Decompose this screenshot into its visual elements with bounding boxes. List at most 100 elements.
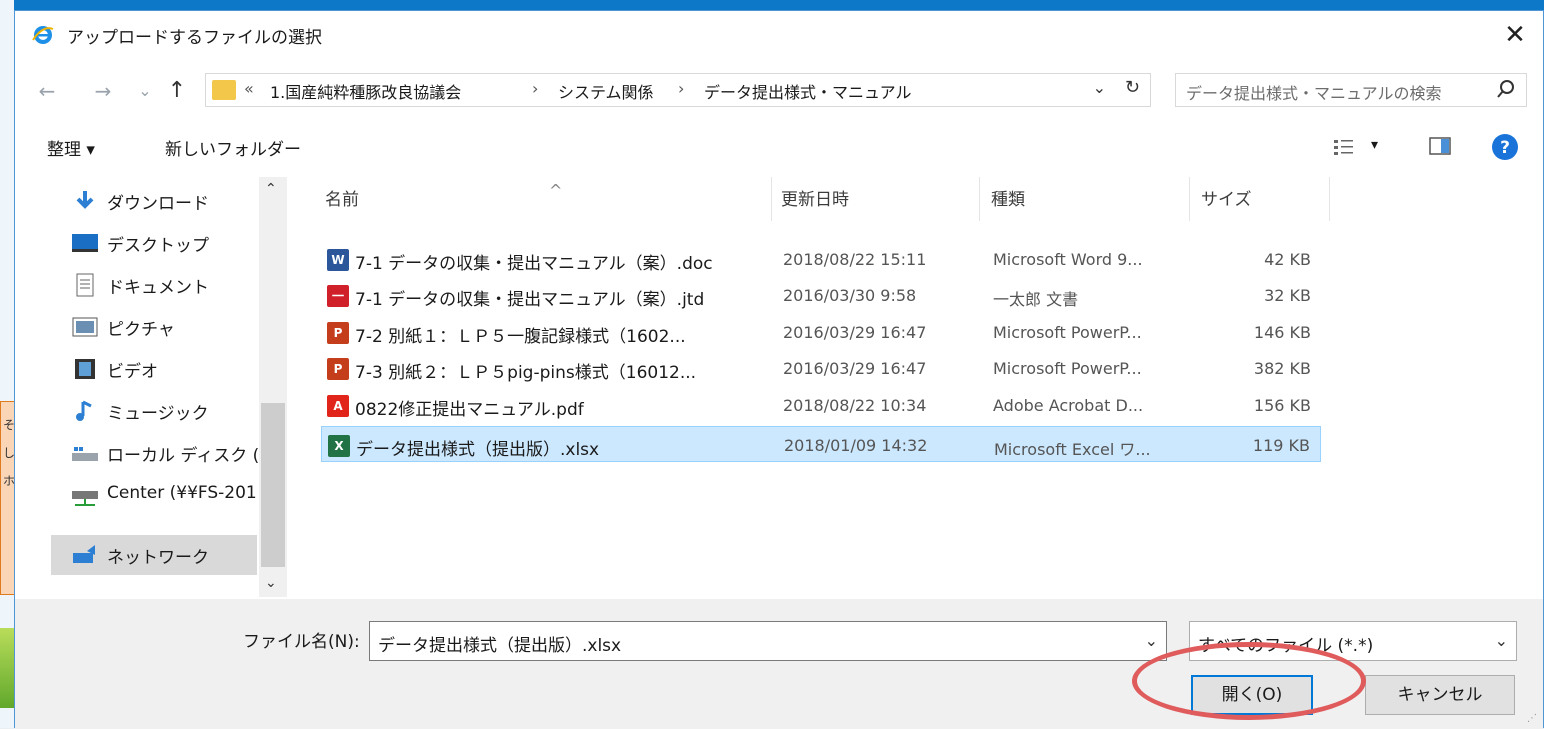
file-name: データ提出様式（提出版）.xlsx [356, 440, 600, 460]
breadcrumb-item[interactable]: システム関係 [558, 79, 654, 103]
sidebar-item-label: ビデオ [107, 362, 158, 382]
file-type-select[interactable]: すべてのファイル (*.*) ⌄ [1189, 621, 1517, 661]
file-list: 名前 ^ 更新日時 種類 サイズ W 7-1 データの収集・提出マニュアル（案）.… [311, 177, 1541, 597]
organize-menu[interactable]: 整理 ▾ [47, 135, 95, 160]
file-row[interactable]: W 7-1 データの収集・提出マニュアル（案）.doc 2018/08/22 15:… [321, 241, 1321, 277]
address-bar[interactable]: « 1.国産純粋種豚改良協議会 › システム関係 › データ提出様式・マニュアル… [205, 73, 1151, 107]
sidebar-item-label: ネットワーク [107, 548, 209, 568]
svg-text:?: ? [1500, 138, 1510, 158]
refresh-icon[interactable]: ↻ [1125, 77, 1140, 98]
column-header-date[interactable]: 更新日時 [781, 185, 849, 225]
chevron-down-icon[interactable]: ⌄ [1145, 631, 1158, 650]
search-icon [1497, 80, 1514, 98]
download-icon [76, 191, 94, 209]
open-button[interactable]: 開く(O) [1191, 675, 1313, 715]
breadcrumb-overflow[interactable]: « [244, 79, 254, 98]
note-char: し [3, 446, 16, 460]
navigation-pane-scrollbar[interactable]: ⌃ ⌄ [259, 177, 287, 597]
filename-value[interactable]: データ提出様式（提出版）.xlsx [378, 631, 621, 656]
file-name: 0822修正提出マニュアル.pdf [355, 400, 584, 420]
breadcrumb-separator[interactable]: › [678, 79, 684, 98]
file-date: 2016/03/30 9:58 [783, 286, 917, 305]
sidebar-item-downloads[interactable]: ダウンロード [69, 181, 259, 221]
file-type: 一太郎 文書 [993, 290, 1079, 309]
cancel-button[interactable]: キャンセル [1365, 675, 1515, 715]
new-folder-button[interactable]: 新しいフォルダー [165, 135, 301, 160]
column-header-type[interactable]: 種類 [991, 185, 1025, 225]
note-char: そ [3, 418, 16, 432]
file-size: 382 KB [1253, 359, 1311, 378]
sidebar-item-network[interactable]: ネットワーク [51, 535, 257, 575]
powerpoint-icon: P [327, 322, 349, 344]
sort-ascending-icon: ^ [549, 181, 563, 200]
file-date: 2016/03/29 16:47 [783, 359, 927, 378]
local-disk-icon [72, 447, 98, 461]
background-green-graphic [0, 628, 14, 708]
note-char: ホ [3, 474, 16, 488]
file-size: 119 KB [1252, 436, 1310, 455]
column-divider[interactable] [1189, 177, 1190, 221]
filename-input[interactable]: データ提出様式（提出版）.xlsx ⌄ [369, 621, 1167, 661]
file-size: 42 KB [1264, 250, 1311, 269]
ichitaro-icon: 一 [327, 285, 349, 307]
close-button[interactable]: ✕ [1497, 17, 1533, 53]
column-header-name[interactable]: 名前 ^ [325, 181, 765, 225]
recent-locations-button[interactable]: ⌄ [131, 77, 159, 105]
help-icon[interactable]: ? [1491, 133, 1519, 161]
scrollbar-thumb[interactable] [261, 403, 285, 567]
view-options-icon[interactable] [1333, 137, 1355, 157]
file-row[interactable]: A 0822修正提出マニュアル.pdf 2018/08/22 10:34 Adobe … [321, 387, 1321, 423]
file-row[interactable]: X データ提出様式（提出版）.xlsx 2018/01/09 14:32 Micros… [321, 426, 1321, 462]
view-dropdown-icon[interactable]: ▾ [1371, 137, 1378, 153]
breadcrumb-item[interactable]: データ提出様式・マニュアル [704, 79, 912, 103]
up-button[interactable]: ↑ [163, 77, 191, 105]
file-type: Microsoft PowerP... [993, 359, 1142, 378]
search-placeholder: データ提出様式・マニュアルの検索 [1186, 84, 1442, 103]
sidebar-item-videos[interactable]: ビデオ [69, 349, 259, 389]
column-label: 名前 [325, 190, 359, 210]
file-name: 7-2 別紙１：ＬＰ５一腹記録様式（1602... [355, 327, 686, 347]
pdf-icon: A [327, 395, 349, 417]
chevron-down-icon[interactable]: ⌄ [1495, 631, 1508, 650]
file-row[interactable]: P 7-3 別紙２：ＬＰ５pig-pins様式（16012... 2016/03/2… [321, 350, 1321, 386]
breadcrumb-separator[interactable]: › [532, 79, 538, 98]
back-button[interactable]: ← [33, 77, 61, 105]
sidebar-item-music[interactable]: ミュージック [69, 391, 259, 431]
sidebar-item-label: Center (¥¥FS-201 [107, 483, 257, 503]
file-name: 7-3 別紙２：ＬＰ５pig-pins様式（16012... [355, 363, 697, 383]
sidebar-item-label: デスクトップ [107, 236, 209, 256]
filename-label: ファイル名(N): [243, 632, 360, 652]
word-icon: W [327, 249, 349, 271]
sidebar-item-local-disk[interactable]: ローカル ディスク (C [69, 433, 259, 473]
forward-button[interactable]: → [89, 77, 117, 105]
scroll-up-icon[interactable]: ⌃ [265, 181, 277, 197]
column-divider[interactable] [771, 177, 772, 221]
file-name: 7-1 データの収集・提出マニュアル（案）.doc [355, 254, 713, 274]
command-bar: 整理 ▾ 新しいフォルダー ▾ ? [15, 127, 1543, 167]
address-dropdown-icon[interactable]: ⌄ [1093, 78, 1106, 97]
file-type: Microsoft Excel ワ... [994, 440, 1151, 459]
scroll-down-icon[interactable]: ⌄ [265, 575, 277, 591]
sidebar-item-pictures[interactable]: ピクチャ [69, 307, 259, 347]
resize-grip-icon[interactable]: ⋰ [1527, 713, 1539, 725]
navigation-pane: ダウンロード デスクトップ ドキュメント ピクチャ ビデオ ミュージック ローカ… [15, 177, 287, 597]
preview-pane-icon[interactable] [1429, 137, 1451, 155]
sidebar-item-network-drive[interactable]: Center (¥¥FS-201 [69, 475, 259, 515]
file-open-dialog: アップロードするファイルの選択 ✕ ← → ⌄ ↑ « 1.国産純粋種豚改良協議… [14, 10, 1544, 729]
dialog-title: アップロードするファイルの選択 [67, 28, 322, 48]
file-row[interactable]: P 7-2 別紙１：ＬＰ５一腹記録様式（1602... 2016/03/29 16:… [321, 314, 1321, 350]
breadcrumb-item[interactable]: 1.国産純粋種豚改良協議会 [270, 79, 461, 103]
sidebar-item-documents[interactable]: ドキュメント [69, 265, 259, 305]
column-divider[interactable] [979, 177, 980, 221]
column-label: 更新日時 [781, 190, 849, 210]
search-box[interactable]: データ提出様式・マニュアルの検索 [1175, 73, 1527, 107]
column-divider[interactable] [1329, 177, 1330, 221]
file-row[interactable]: 一 7-1 データの収集・提出マニュアル（案）.jtd 2016/03/30 9:5… [321, 277, 1321, 313]
file-date: 2018/01/09 14:32 [784, 436, 928, 455]
column-label: サイズ [1201, 190, 1252, 210]
sidebar-item-label: ドキュメント [107, 278, 209, 298]
dialog-footer: ファイル名(N): データ提出様式（提出版）.xlsx ⌄ すべてのファイル (… [15, 599, 1543, 729]
excel-icon: X [328, 435, 350, 457]
sidebar-item-desktop[interactable]: デスクトップ [69, 223, 259, 263]
column-header-size[interactable]: サイズ [1201, 185, 1252, 225]
